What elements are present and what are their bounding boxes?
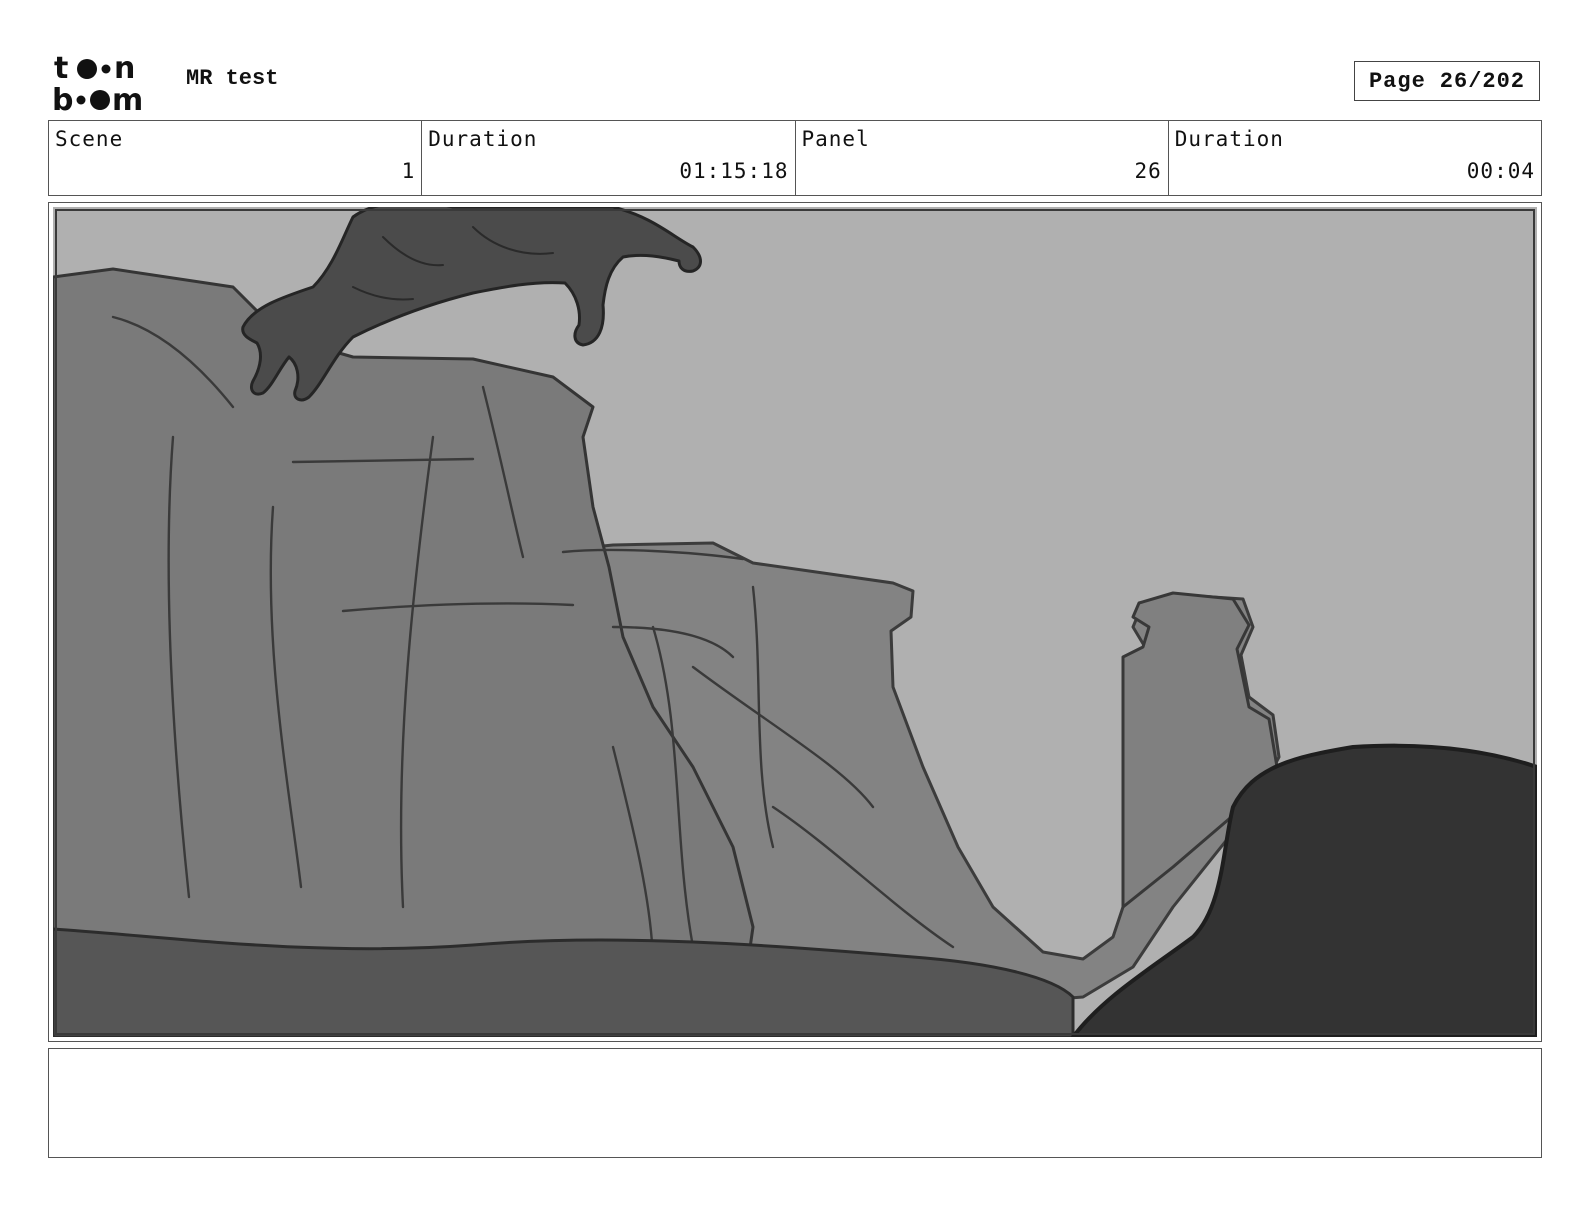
- panel-sketch: [53, 207, 1537, 1037]
- svg-text:t: t: [54, 51, 68, 86]
- page-label: Page: [1368, 68, 1426, 94]
- scene-cell: Scene 1: [49, 121, 423, 195]
- svg-text:n: n: [114, 51, 135, 86]
- panel-duration-cell: Duration 00:04: [1169, 121, 1541, 195]
- scene-value: 1: [401, 159, 416, 183]
- panel-value: 26: [1134, 159, 1162, 183]
- scene-duration-value: 01:15:18: [679, 159, 789, 183]
- panel-label: Panel: [801, 127, 870, 151]
- storyboard-panel: [48, 202, 1542, 1042]
- page-number: 26/202: [1439, 68, 1526, 94]
- panel-info-row: Scene 1 Duration 01:15:18 Panel 26 Durat…: [48, 120, 1542, 196]
- project-title: MR test: [186, 66, 279, 91]
- svg-text:b: b: [52, 83, 73, 114]
- scene-duration-label: Duration: [428, 127, 538, 151]
- svg-text:m: m: [112, 83, 143, 114]
- panel-duration-value: 00:04: [1466, 159, 1535, 183]
- page-indicator: Page 26/202: [1354, 61, 1540, 101]
- panel-duration-label: Duration: [1174, 127, 1284, 151]
- scene-label: Scene: [55, 127, 124, 151]
- toon-boom-logo: t n b m: [50, 50, 166, 118]
- panel-cell: Panel 26: [796, 121, 1169, 195]
- scene-duration-cell: Duration 01:15:18: [422, 121, 796, 195]
- panel-notes-box: [48, 1048, 1542, 1158]
